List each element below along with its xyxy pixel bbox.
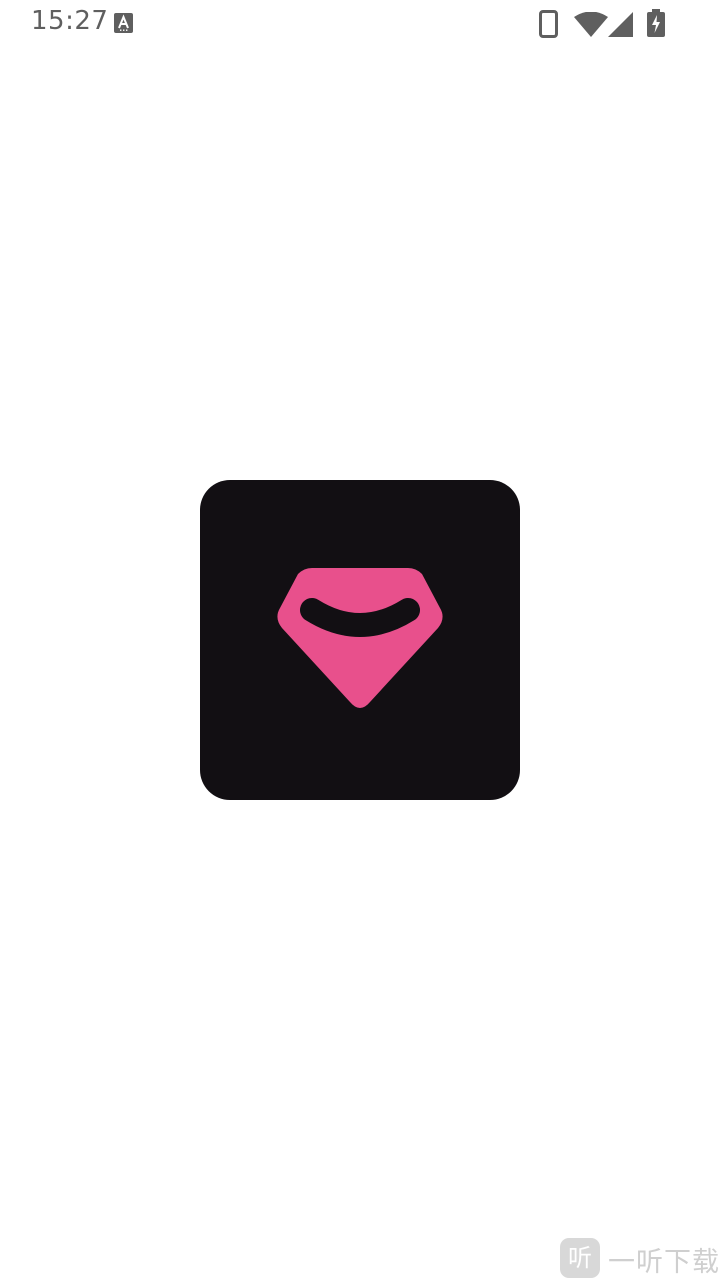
- phone-icon: [539, 10, 558, 38]
- accessibility-notification-icon: [114, 13, 133, 33]
- diamond-smile-logo-icon: [277, 568, 443, 708]
- status-bar: 15:27: [0, 0, 720, 48]
- watermark-badge: 听: [560, 1238, 600, 1278]
- watermark: 听 一听下载: [560, 1236, 720, 1280]
- app-logo: [200, 480, 520, 800]
- status-time: 15:27: [31, 6, 109, 36]
- wifi-icon: [574, 12, 608, 37]
- battery-charging-icon: [647, 9, 665, 37]
- cell-signal-icon: [608, 12, 633, 37]
- watermark-text: 一听下载: [608, 1247, 720, 1278]
